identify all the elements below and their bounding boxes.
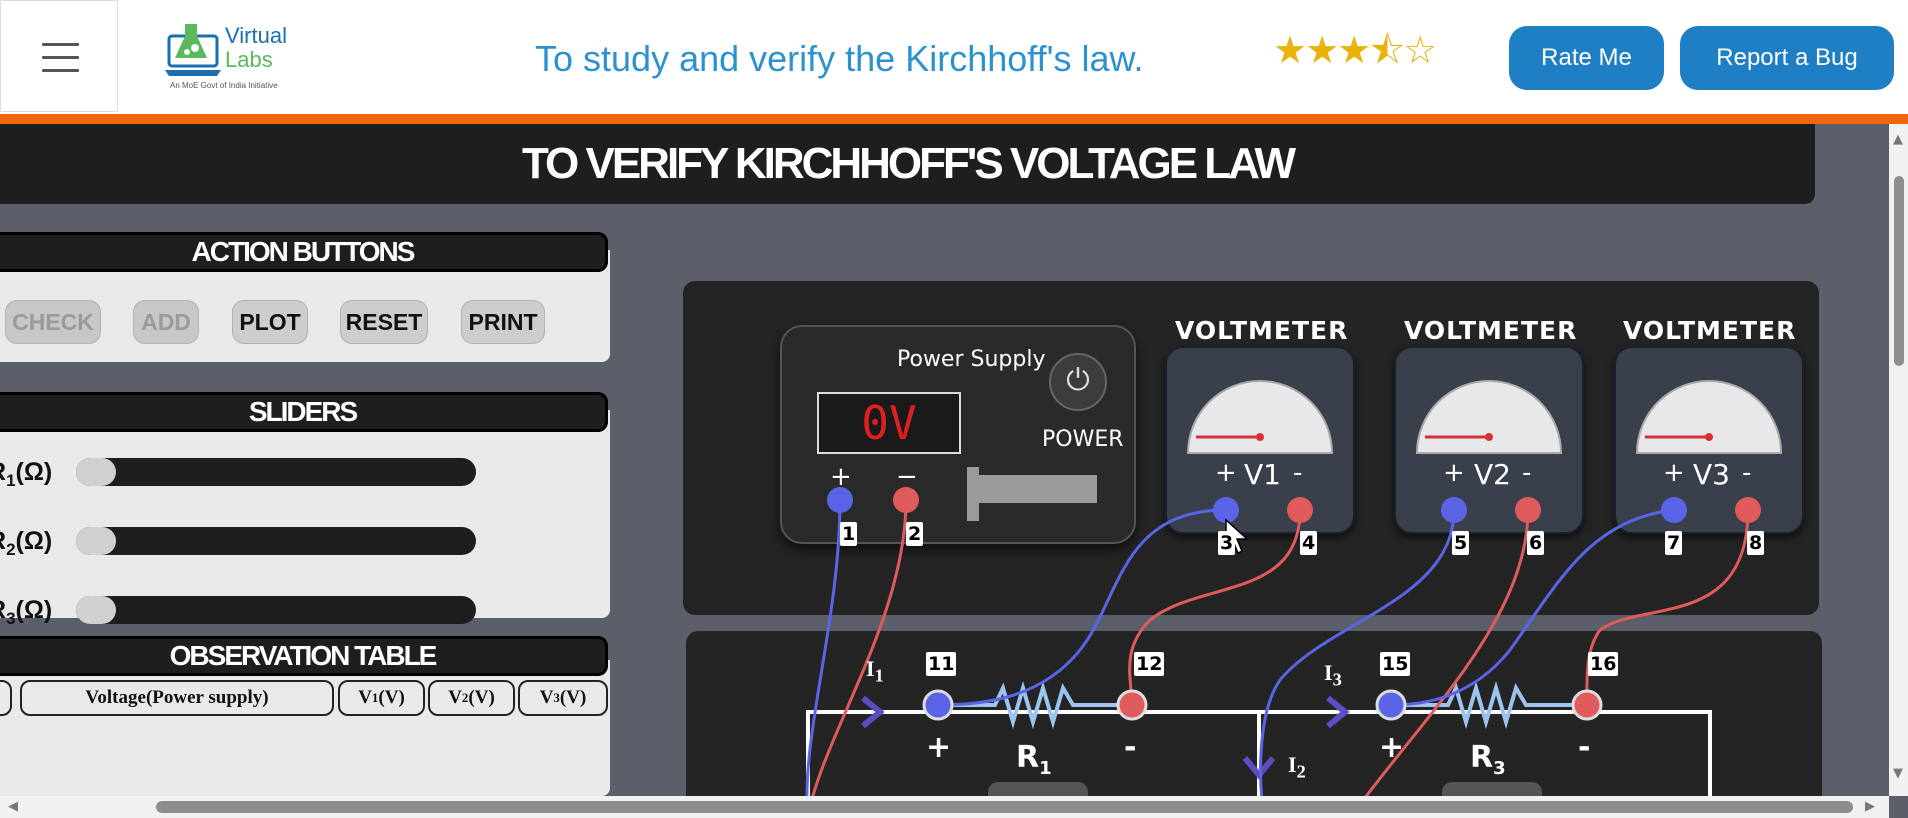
terminal-15[interactable] xyxy=(1375,689,1407,721)
voltmeter-3-label: V3 xyxy=(1693,458,1730,491)
terminal-8[interactable] xyxy=(1735,497,1761,523)
voltmeter-2-minus: - xyxy=(1522,458,1532,488)
resistor-r3-icon xyxy=(1391,680,1587,730)
scroll-up-icon[interactable]: ▲ xyxy=(1893,132,1903,147)
terminal-16-label: 16 xyxy=(1588,652,1619,676)
current-i3-label: I3 xyxy=(1324,660,1342,690)
terminal-7[interactable] xyxy=(1661,497,1687,523)
voltmeter-1-label: V1 xyxy=(1244,458,1281,491)
voltmeter-3-dial-icon xyxy=(1635,380,1783,454)
scroll-right-icon[interactable]: ▶ xyxy=(1865,799,1875,814)
voltmeter-1-minus: - xyxy=(1293,458,1303,488)
terminal-4-label: 4 xyxy=(1300,531,1318,555)
horizontal-scrollbar-thumb[interactable] xyxy=(156,801,1853,813)
wire-blue-1[interactable] xyxy=(805,499,842,818)
terminal-1-label: 1 xyxy=(840,522,858,546)
terminal-12[interactable] xyxy=(1116,689,1148,721)
voltmeter-1-dial-icon xyxy=(1186,380,1334,454)
terminal-8-label: 8 xyxy=(1747,531,1765,555)
terminal-6-label: 6 xyxy=(1527,531,1545,555)
terminal-7-label: 7 xyxy=(1665,531,1683,555)
voltmeter-3-plus: + xyxy=(1663,458,1685,488)
circuit-diagram xyxy=(805,380,1783,818)
terminal-11-label: 11 xyxy=(926,652,957,676)
terminal-5-label: 5 xyxy=(1452,531,1470,555)
scroll-down-icon[interactable]: ▼ xyxy=(1893,766,1903,781)
terminal-15-label: 15 xyxy=(1380,652,1411,676)
voltmeter-2-plus: + xyxy=(1443,458,1465,488)
current-i1-label: I1 xyxy=(866,656,884,686)
terminal-3-label: 3 xyxy=(1218,531,1236,555)
terminal-5[interactable] xyxy=(1441,497,1467,523)
voltmeter-1-plus: + xyxy=(1215,458,1237,488)
terminal-4[interactable] xyxy=(1287,497,1313,523)
resistor-r1-label: R1 xyxy=(1016,740,1052,779)
voltmeter-3-minus: - xyxy=(1742,458,1752,488)
terminal-16[interactable] xyxy=(1571,689,1603,721)
r1-minus-label: - xyxy=(1124,730,1137,765)
scroll-left-icon[interactable]: ◀ xyxy=(8,799,18,814)
terminal-11[interactable] xyxy=(922,689,954,721)
psu-minus-label: − xyxy=(896,462,918,492)
terminal-6[interactable] xyxy=(1515,497,1541,523)
vertical-scrollbar-thumb[interactable] xyxy=(1894,176,1904,366)
terminal-2-label: 2 xyxy=(906,522,924,546)
r3-minus-label: - xyxy=(1578,730,1591,765)
voltmeter-2-label: V2 xyxy=(1474,458,1511,491)
vertical-scrollbar[interactable]: ▲ ▼ xyxy=(1889,124,1908,796)
r3-plus-label: + xyxy=(1379,730,1405,765)
current-i2-label: I2 xyxy=(1288,752,1306,782)
psu-plus-label: + xyxy=(830,462,852,492)
wire-blue-3[interactable] xyxy=(937,508,1227,707)
r1-plus-label: + xyxy=(926,730,952,765)
terminal-12-label: 12 xyxy=(1134,652,1165,676)
resistor-r3-label: R3 xyxy=(1470,740,1506,779)
horizontal-scrollbar[interactable]: ◀ ▶ xyxy=(0,796,1889,818)
voltmeter-2-dial-icon xyxy=(1415,380,1563,454)
